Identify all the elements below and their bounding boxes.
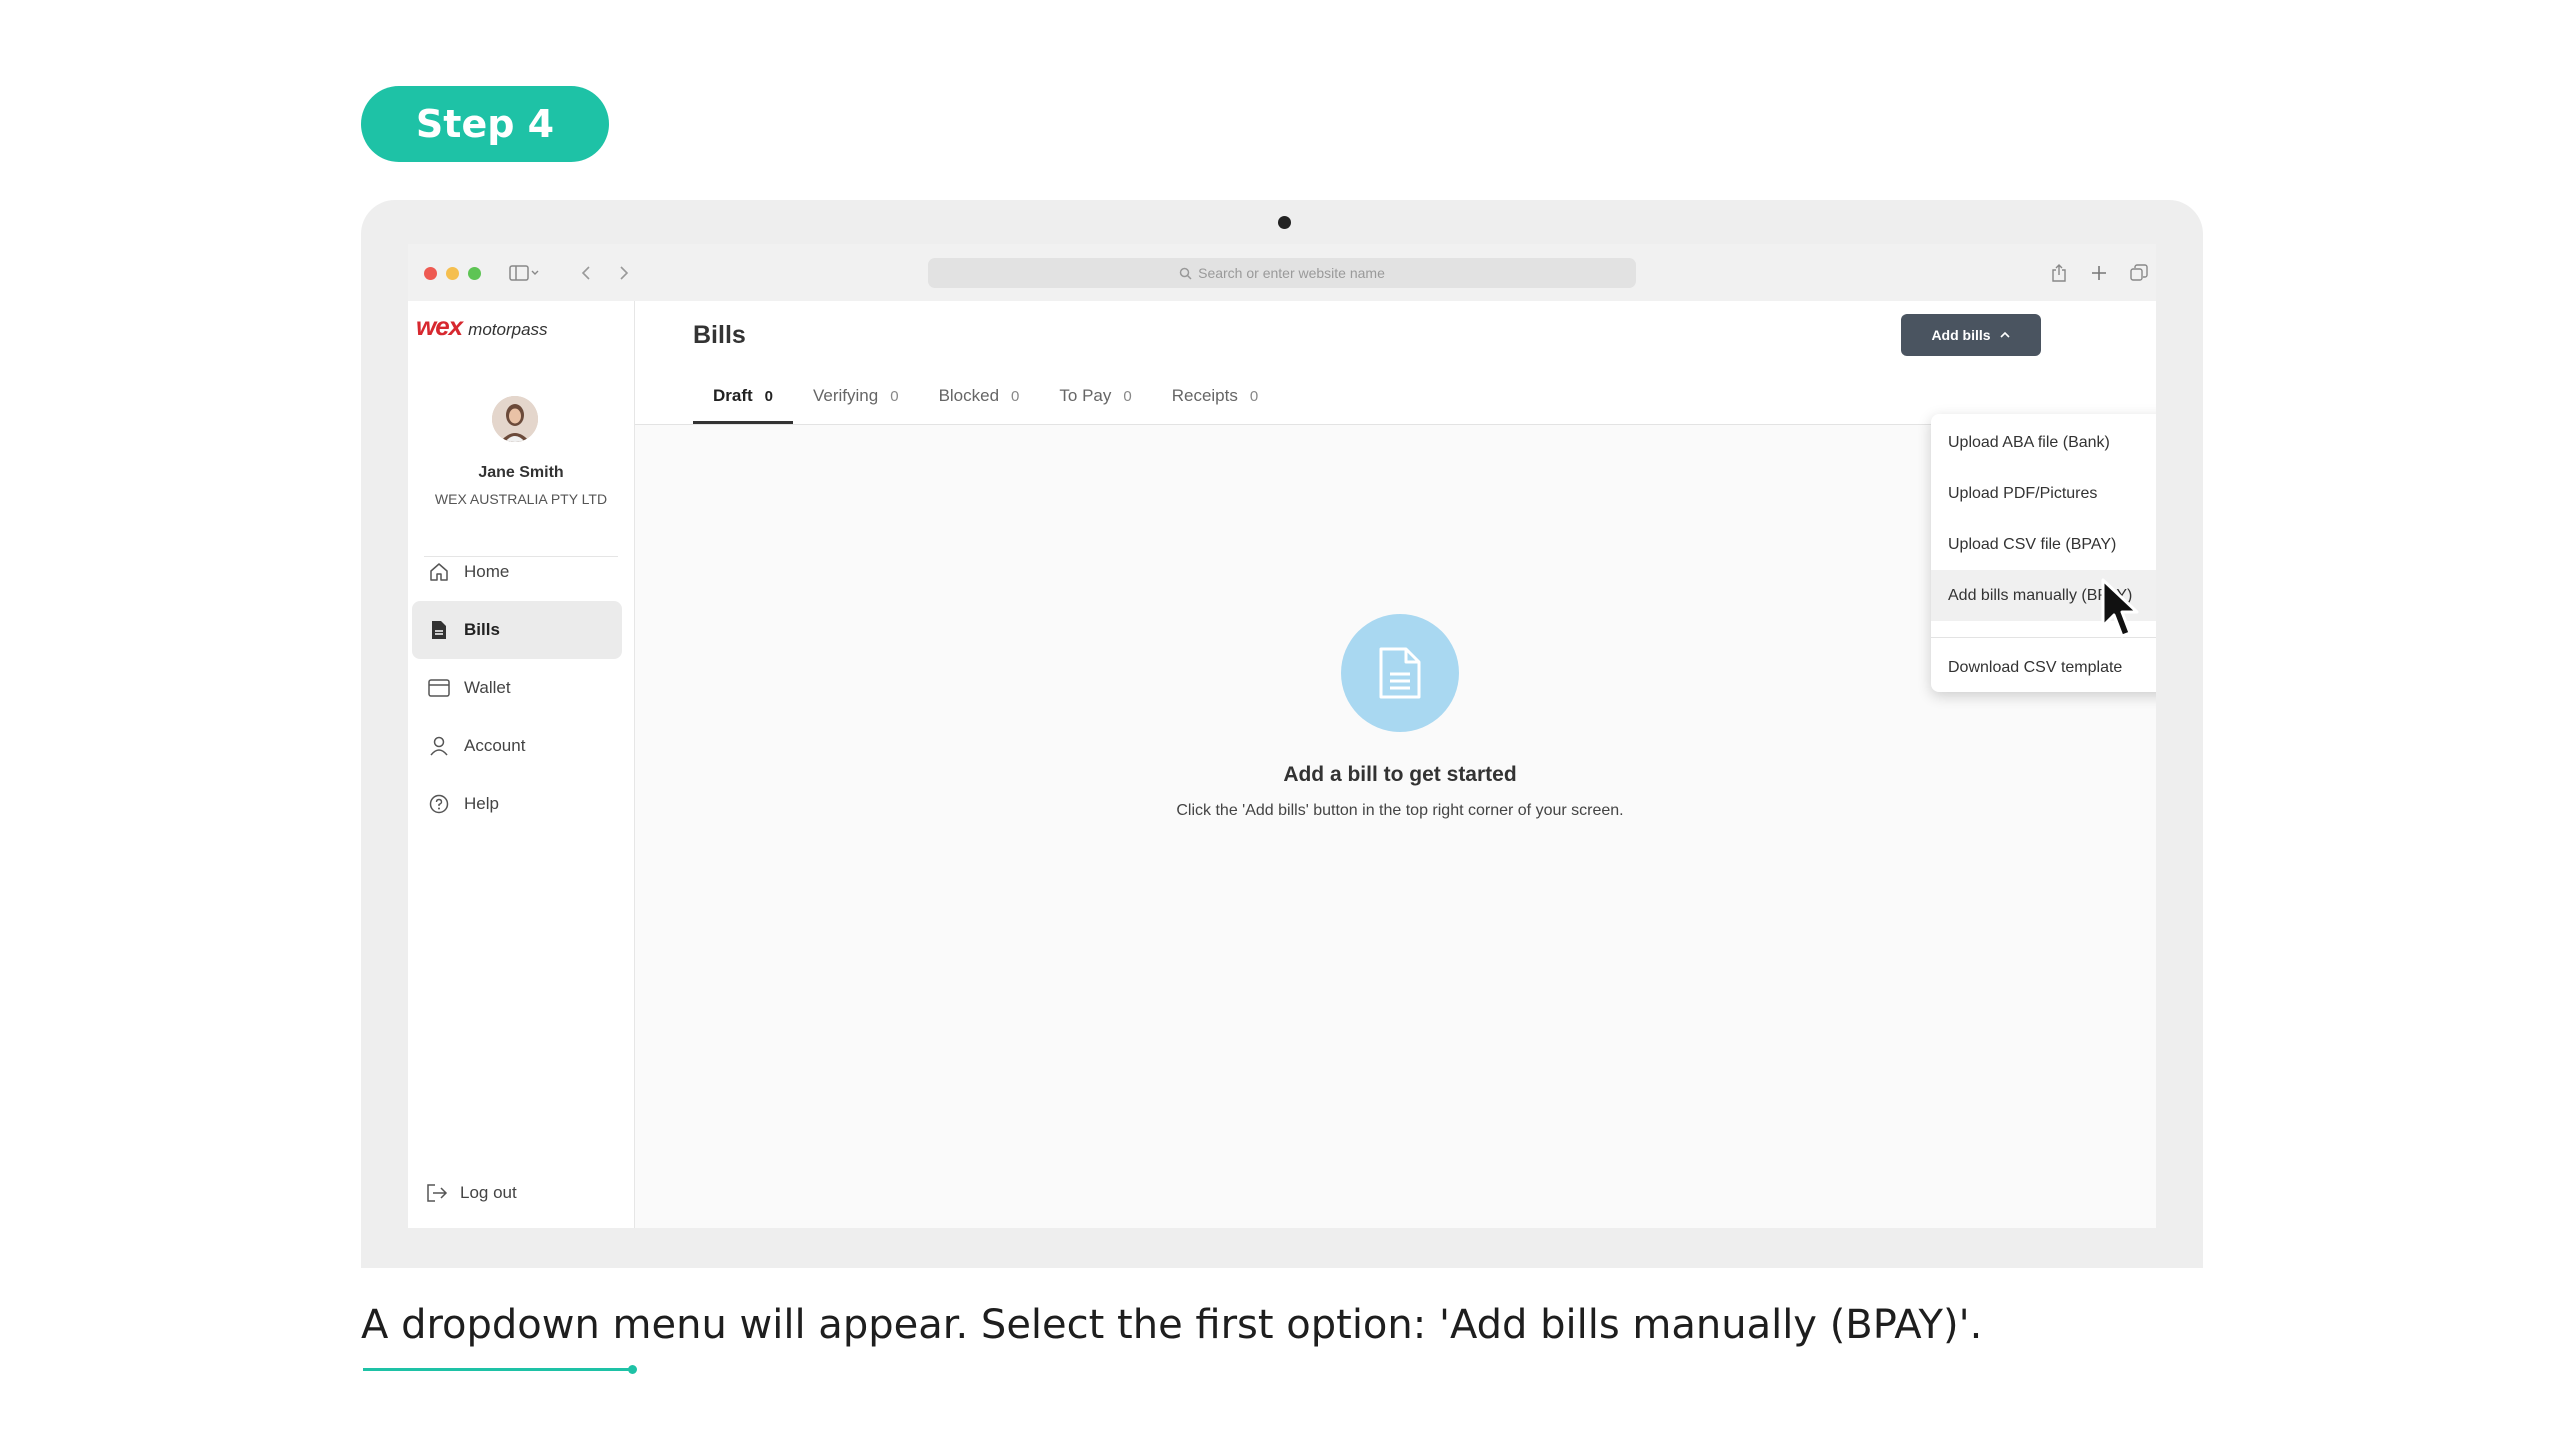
sidebar-item-label: Help [464, 794, 499, 813]
maximize-window-button[interactable] [468, 267, 481, 280]
tab-label: Draft [713, 386, 753, 405]
browser-toolbar: Search or enter website name [408, 244, 2156, 301]
menu-item-upload-aba[interactable]: Upload ABA file (Bank) [1931, 417, 2156, 468]
logo-motorpass-text: motorpass [468, 320, 548, 339]
tab-label: Blocked [938, 386, 1000, 405]
tab-receipts[interactable]: Receipts 0 [1152, 371, 1278, 421]
tab-count: 0 [890, 387, 899, 405]
tab-label: Verifying [813, 386, 879, 405]
menu-item-label: Upload ABA file (Bank) [1948, 433, 2110, 451]
bill-status-tabs: Draft 0 Verifying 0 Blocked 0 To Pay 0 Recei… [693, 371, 1278, 424]
caption-underline [363, 1368, 633, 1371]
wallet-icon [426, 679, 452, 697]
home-icon [426, 562, 452, 582]
sidebar-item-label: Account [464, 736, 526, 755]
sidebar-toggle-icon[interactable] [504, 258, 544, 288]
caption-underline-dot [628, 1365, 637, 1374]
sidebar-item-label: Wallet [464, 678, 511, 697]
forward-icon[interactable] [614, 258, 634, 288]
back-icon[interactable] [576, 258, 596, 288]
sidebar: wex motorpass Jane Smith WEX AUSTRALIA P… [408, 301, 635, 1228]
sidebar-item-account[interactable]: Account [412, 717, 622, 775]
avatar [492, 396, 538, 442]
tab-label: Receipts [1171, 386, 1238, 405]
tab-label: To Pay [1059, 386, 1112, 405]
logout-button[interactable]: Log out [426, 1183, 517, 1203]
browser-window: Search or enter website name wex motorpa… [408, 244, 2156, 1228]
menu-item-upload-pdf[interactable]: Upload PDF/Pictures [1931, 468, 2156, 519]
tab-verifying[interactable]: Verifying 0 [793, 371, 919, 421]
wex-motorpass-logo[interactable]: wex motorpass [416, 311, 548, 342]
search-icon [1179, 267, 1192, 280]
tab-blocked[interactable]: Blocked 0 [919, 371, 1040, 421]
new-tab-icon[interactable] [2088, 258, 2110, 288]
camera-dot [1278, 216, 1291, 229]
page-header: Bills Draft 0 Verifying 0 Blocked 0 To Pay 0… [635, 301, 2156, 425]
tabs-overview-icon[interactable] [2128, 258, 2150, 288]
menu-item-label: Upload CSV file (BPAY) [1948, 535, 2117, 553]
sidebar-item-home[interactable]: Home [412, 543, 622, 601]
user-icon [426, 736, 452, 756]
tab-draft[interactable]: Draft 0 [693, 371, 794, 424]
tab-count: 0 [1011, 387, 1020, 405]
menu-item-label: Download CSV template [1948, 659, 2123, 676]
user-company: WEX AUSTRALIA PTY LTD [434, 491, 608, 507]
logout-label: Log out [460, 1183, 517, 1202]
logo-wex-text: wex [416, 311, 463, 341]
menu-item-download-csv-template[interactable]: Download CSV template [1931, 646, 2156, 690]
sidebar-item-label: Home [464, 562, 510, 581]
sidebar-item-label: Bills [464, 620, 500, 639]
chevron-up-icon [1999, 331, 2010, 338]
empty-state-text: Click the 'Add bills' button in the top … [1176, 802, 1624, 819]
add-bills-button[interactable]: Add bills [1901, 314, 2041, 356]
menu-item-label: Upload PDF/Pictures [1948, 484, 2098, 502]
main-content: Bills Draft 0 Verifying 0 Blocked 0 To Pay 0… [635, 301, 2156, 1228]
user-name: Jane Smith [478, 464, 564, 481]
document-icon [426, 620, 452, 640]
app-area: wex motorpass Jane Smith WEX AUSTRALIA P… [408, 301, 2156, 1228]
address-bar[interactable]: Search or enter website name [928, 258, 1636, 288]
empty-state-icon [1341, 614, 1459, 732]
share-icon[interactable] [2048, 258, 2070, 288]
empty-state-title: Add a bill to get started [1283, 763, 1517, 786]
document-icon [1379, 647, 1421, 699]
tab-to-pay[interactable]: To Pay 0 [1039, 371, 1151, 421]
sidebar-item-bills[interactable]: Bills [412, 601, 622, 659]
address-bar-placeholder: Search or enter website name [1198, 265, 1385, 281]
menu-item-upload-csv[interactable]: Upload CSV file (BPAY) [1931, 519, 2156, 570]
close-window-button[interactable] [424, 267, 437, 280]
step-badge: Step 4 [361, 86, 609, 162]
sidebar-item-help[interactable]: Help [412, 775, 622, 833]
add-bills-dropdown: Upload ABA file (Bank) Upload PDF/Pictur… [1931, 414, 2156, 692]
minimize-window-button[interactable] [446, 267, 459, 280]
tab-count: 0 [764, 387, 774, 405]
help-icon [426, 794, 452, 814]
tab-count: 0 [1123, 387, 1132, 405]
mouse-cursor-icon [2101, 578, 2143, 647]
page-title: Bills [693, 321, 746, 349]
add-bills-label: Add bills [1931, 327, 1991, 343]
tab-count: 0 [1249, 387, 1259, 405]
instruction-caption: A dropdown menu will appear. Select the … [361, 1302, 1983, 1348]
logout-icon [426, 1183, 448, 1203]
sidebar-item-wallet[interactable]: Wallet [412, 659, 622, 717]
